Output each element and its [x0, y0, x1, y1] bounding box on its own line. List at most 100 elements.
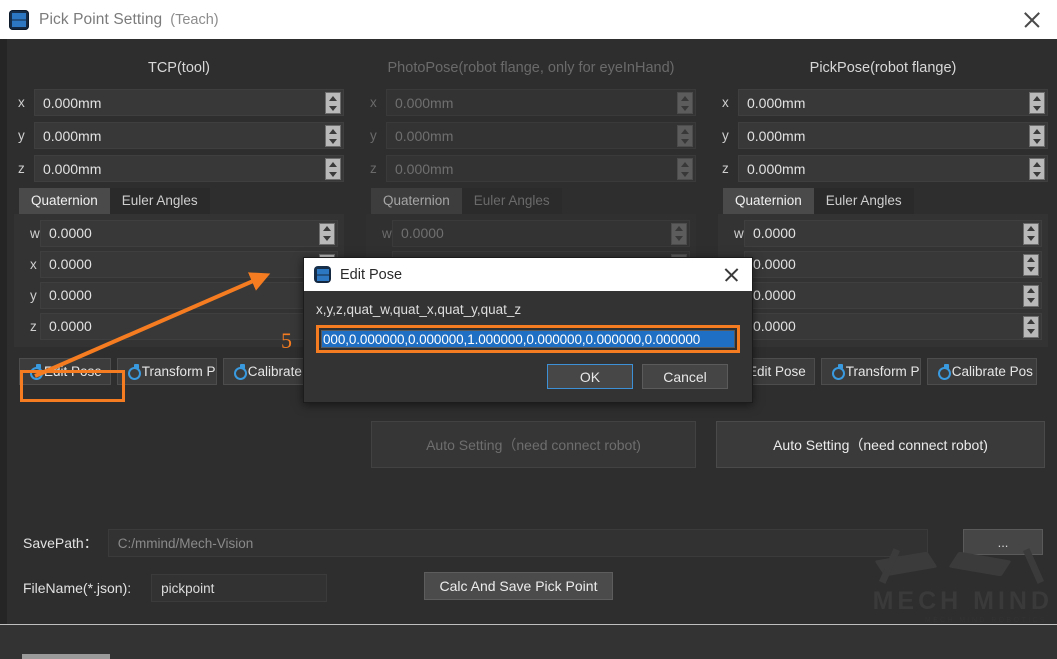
tcp-edit-pose-button[interactable]: Edit Pose [19, 358, 111, 385]
pick-y-stepper[interactable] [1029, 125, 1045, 147]
pick-y-input[interactable]: 0.000mm [738, 122, 1048, 149]
pick-quat-x-input[interactable]: 0.0000 [744, 251, 1042, 278]
tcp-quat-y-input[interactable]: 0.0000 [40, 282, 338, 309]
tcp-calibrate-button[interactable]: Calibrate [223, 358, 311, 385]
photo-z-stepper [677, 158, 693, 180]
ok-button[interactable]: OK [547, 364, 633, 389]
pick-transform-pose-button[interactable]: Transform Pos [821, 358, 921, 385]
file-name-input[interactable]: pickpoint [151, 574, 327, 602]
tcp-x-input[interactable]: 0.000mm [34, 89, 344, 116]
pick-quat-x-stepper[interactable] [1023, 254, 1039, 276]
mech-vision-icon [9, 10, 29, 30]
tab-pick-euler-angles[interactable]: Euler Angles [814, 188, 914, 214]
tcp-edit-pose-label: Edit Pose [44, 364, 102, 379]
tab-tcp-euler-angles[interactable]: Euler Angles [110, 188, 210, 214]
pick-quat-w-row: w 0.0000 [724, 220, 1042, 246]
pick-x-row: x 0.000mm [718, 89, 1048, 116]
photo-z-label: z [366, 161, 386, 176]
photo-y-label: y [366, 128, 386, 143]
tcp-x-stepper[interactable] [325, 92, 341, 114]
pick-quat-y-input[interactable]: 0.0000 [744, 282, 1042, 309]
pick-x-stepper[interactable] [1029, 92, 1045, 114]
photo-z-input: 0.000mm [386, 155, 696, 182]
tcp-quat-x-label: x [20, 257, 40, 272]
tcp-z-input[interactable]: 0.000mm [34, 155, 344, 182]
tcp-x-value: 0.000mm [35, 95, 101, 111]
gear-icon [936, 365, 949, 378]
pick-quat-z-input[interactable]: 0.0000 [744, 313, 1042, 340]
photo-z-value: 0.000mm [387, 161, 453, 177]
photo-x-label: x [366, 95, 386, 110]
tab-tcp-quaternion[interactable]: Quaternion [19, 188, 110, 214]
photo-x-input: 0.000mm [386, 89, 696, 116]
pick-calibrate-pose-label: Calibrate Pos [952, 364, 1033, 379]
mech-mind-watermark: MECH MIND MECH MIND ROBOTICS [813, 556, 1053, 622]
tcp-z-stepper[interactable] [325, 158, 341, 180]
tcp-y-input[interactable]: 0.000mm [34, 122, 344, 149]
photo-rotation-tabs: Quaternion Euler Angles [371, 188, 696, 214]
pick-edit-pose-label: Edit Pose [748, 364, 806, 379]
photo-x-row: x 0.000mm [366, 89, 696, 116]
column-photopose-header: PhotoPose(robot flange, only for eyeInHa… [366, 39, 696, 89]
pick-quat-z-stepper[interactable] [1023, 316, 1039, 338]
pick-y-label: y [718, 128, 738, 143]
edit-pose-dialog-buttons: OK Cancel [316, 353, 740, 389]
pick-calibrate-pose-button[interactable]: Calibrate Pos [927, 358, 1037, 385]
tcp-transform-pose-button[interactable]: Transform Pos [117, 358, 217, 385]
photo-quat-w-value: 0.0000 [393, 225, 444, 241]
pick-z-label: z [718, 161, 738, 176]
pick-quaternion-pane: w 0.0000 0.0000 0.0000 [718, 214, 1048, 347]
tcp-quat-y-label: y [20, 288, 40, 303]
pick-quat-w-value: 0.0000 [745, 225, 796, 241]
mech-vision-icon [314, 266, 331, 283]
pick-x-input[interactable]: 0.000mm [738, 89, 1048, 116]
pick-quat-w-input[interactable]: 0.0000 [744, 220, 1042, 247]
tcp-quat-w-row: w 0.0000 [20, 220, 338, 246]
save-path-browse-button[interactable]: ... [963, 529, 1043, 555]
tcp-y-label: y [14, 128, 34, 143]
column-tcp: TCP(tool) x 0.000mm y 0.000mm z 0.000mm [14, 39, 344, 385]
tcp-transform-pose-label: Transform Pos [142, 364, 217, 379]
window-subtitle: (Teach) [170, 12, 218, 28]
pick-z-input[interactable]: 0.000mm [738, 155, 1048, 182]
tcp-quat-z-input[interactable]: 0.0000 [40, 313, 338, 340]
tcp-action-buttons: Edit Pose Transform Pos Calibrate [19, 358, 344, 385]
tab-pick-quaternion[interactable]: Quaternion [723, 188, 814, 214]
gear-icon [126, 365, 139, 378]
close-icon[interactable] [1021, 9, 1043, 31]
auto-setting-button-photopose: Auto Setting（need connect robot) [371, 421, 696, 468]
pose-input-value: 000,0.000000,0.000000,1.000000,0.000000,… [322, 332, 700, 347]
photo-y-stepper [677, 125, 693, 147]
tcp-calibrate-label: Calibrate [248, 364, 302, 379]
pick-transform-pose-label: Transform Pos [846, 364, 921, 379]
pick-quat-y-stepper[interactable] [1023, 285, 1039, 307]
close-icon[interactable] [723, 266, 740, 283]
file-name-label: FileName(*.json): [23, 580, 131, 596]
calc-and-save-pick-point-button[interactable]: Calc And Save Pick Point [424, 572, 613, 600]
tcp-y-stepper[interactable] [325, 125, 341, 147]
tcp-quat-w-input[interactable]: 0.0000 [40, 220, 338, 247]
save-path-placeholder: C:/mmind/Mech-Vision [118, 536, 254, 551]
pick-quat-w-stepper[interactable] [1023, 223, 1039, 245]
pick-quat-w-label: w [724, 226, 744, 241]
photo-z-row: z 0.000mm [366, 155, 696, 182]
file-name-row: FileName(*.json): pickpoint [23, 574, 327, 602]
save-path-input[interactable]: C:/mmind/Mech-Vision [108, 529, 928, 557]
tcp-z-label: z [14, 161, 34, 176]
gear-icon [28, 365, 41, 378]
gear-icon [830, 365, 843, 378]
cancel-button[interactable]: Cancel [642, 364, 728, 389]
bottom-tab-handle[interactable] [22, 654, 110, 659]
tcp-quat-x-value: 0.0000 [41, 256, 92, 272]
tcp-quat-w-stepper[interactable] [319, 223, 335, 245]
pick-z-stepper[interactable] [1029, 158, 1045, 180]
tcp-z-value: 0.000mm [35, 161, 101, 177]
pick-quat-z-row: 0.0000 [724, 313, 1042, 339]
photo-x-value: 0.000mm [387, 95, 453, 111]
tcp-quat-x-input[interactable]: 0.0000 [40, 251, 338, 278]
photo-x-stepper [677, 92, 693, 114]
title-bar: Pick Point Setting (Teach) [0, 0, 1057, 39]
auto-setting-button-pickpose[interactable]: Auto Setting（need connect robot) [716, 421, 1045, 468]
pose-input[interactable]: 000,0.000000,0.000000,1.000000,0.000000,… [321, 330, 735, 348]
tab-photo-euler-angles: Euler Angles [462, 188, 562, 214]
